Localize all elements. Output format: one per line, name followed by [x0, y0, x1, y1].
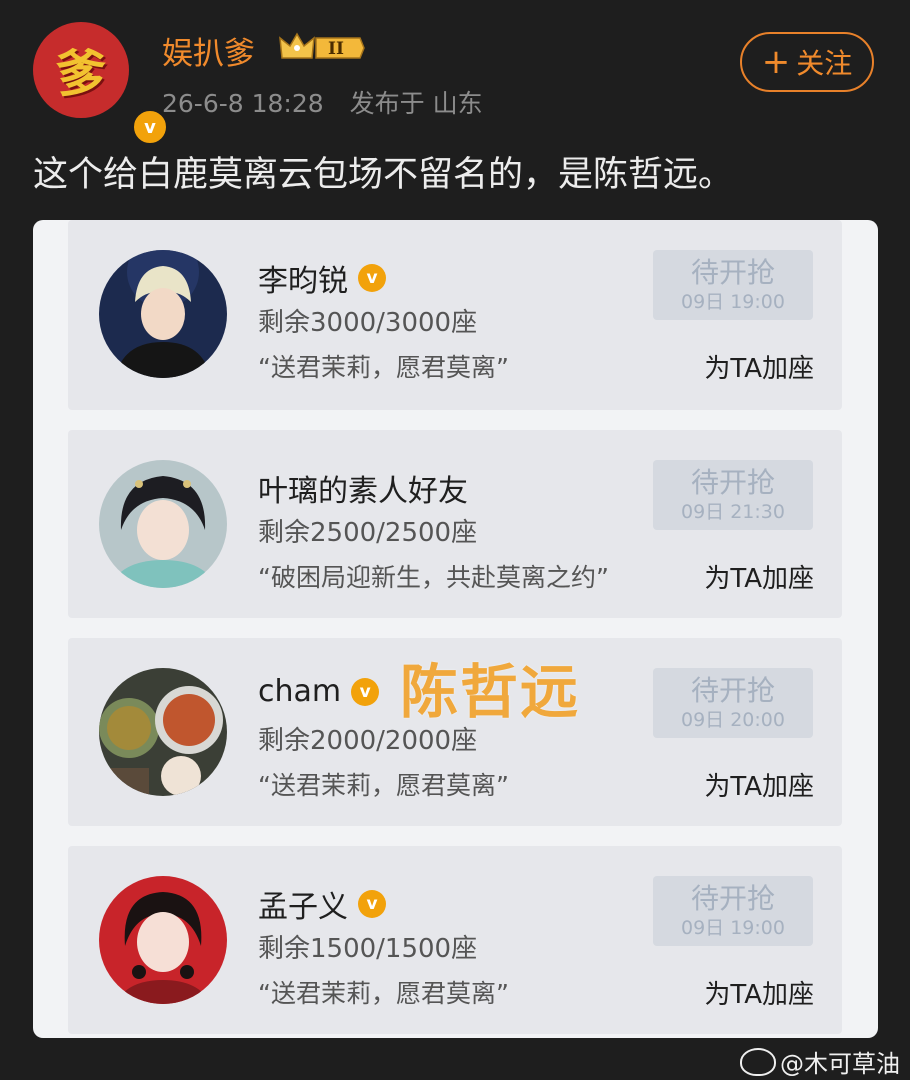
watermark: @木可草油: [740, 1044, 900, 1079]
author-name[interactable]: 娱扒爹: [162, 28, 255, 73]
add-seat-button[interactable]: 为TA加座: [704, 558, 814, 595]
post-meta: 26-6-8 18:28 发布于 山东: [162, 84, 501, 120]
seat-count: 剩余2500/2500座: [258, 518, 478, 548]
grab-time: 09日 21:30: [681, 501, 785, 523]
card-name: 李昀锐 v: [258, 256, 386, 300]
post-date: 26-6-8 18:28: [162, 89, 324, 118]
grab-time: 09日 19:00: [681, 291, 785, 313]
card-name: cham v: [258, 674, 380, 709]
avatar: [99, 460, 227, 588]
follow-label: 关注: [796, 47, 853, 80]
weibo-logo-icon: [740, 1047, 776, 1076]
card-name-text: 李昀锐: [258, 264, 348, 299]
list-item[interactable]: 孟子义 v 剩余1500/1500座 “送君茉莉，愿君莫离” 待开抢 09日 1…: [68, 846, 842, 1034]
card-name-text: 叶璃的素人好友: [258, 474, 468, 509]
card-quote: “送君茉莉，愿君莫离”: [258, 353, 509, 382]
add-seat-button[interactable]: 为TA加座: [704, 974, 814, 1011]
embedded-screenshot[interactable]: 李昀锐 v 剩余3000/3000座 “送君茉莉，愿君莫离” 待开抢 09日 1…: [33, 220, 878, 1038]
grab-status-button[interactable]: 待开抢 09日 20:00: [653, 668, 813, 738]
grab-status-button[interactable]: 待开抢 09日 19:00: [653, 876, 813, 946]
card-quote: “破困局迎新生，共赴莫离之约”: [258, 563, 609, 592]
list-item[interactable]: 叶璃的素人好友 剩余2500/2500座 “破困局迎新生，共赴莫离之约” 待开抢…: [68, 430, 842, 618]
list-item[interactable]: 李昀锐 v 剩余3000/3000座 “送君茉莉，愿君莫离” 待开抢 09日 1…: [68, 220, 842, 410]
grab-status-label: 待开抢: [690, 256, 775, 289]
grab-status-label: 待开抢: [690, 882, 775, 915]
avatar: [99, 668, 227, 796]
overlay-annotation: 陈哲远: [400, 658, 581, 726]
card-name-text: 孟子义: [258, 890, 348, 925]
plus-icon: +: [761, 42, 791, 82]
grab-status-button[interactable]: 待开抢 09日 19:00: [653, 250, 813, 320]
crown-level-icon: II: [279, 32, 365, 59]
avatar: [99, 876, 227, 1004]
add-seat-button[interactable]: 为TA加座: [704, 348, 814, 385]
card-quote: “送君茉莉，愿君莫离”: [258, 771, 509, 800]
watermark-text: @木可草油: [780, 1050, 900, 1078]
follow-button[interactable]: + 关注: [740, 32, 874, 92]
grab-time: 09日 19:00: [681, 917, 785, 939]
verified-icon: v: [351, 677, 380, 706]
level-badge-text: II: [328, 39, 344, 59]
verified-icon: v: [358, 264, 386, 292]
add-seat-button[interactable]: 为TA加座: [704, 766, 814, 803]
author-avatar-glyph: 爹: [56, 44, 106, 103]
grab-status-label: 待开抢: [690, 674, 775, 707]
grab-status-button[interactable]: 待开抢 09日 21:30: [653, 460, 813, 530]
grab-time: 09日 20:00: [681, 709, 785, 731]
author-avatar[interactable]: 爹 v: [33, 22, 169, 146]
verified-icon: v: [358, 890, 386, 918]
post-location: 发布于 山东: [349, 89, 483, 118]
card-quote: “送君茉莉，愿君莫离”: [258, 979, 509, 1008]
post-text: 这个给白鹿莫离云包场不留名的，是陈哲远。: [33, 155, 734, 195]
grab-status-label: 待开抢: [690, 466, 775, 499]
seat-count: 剩余3000/3000座: [258, 308, 478, 338]
seat-count: 剩余1500/1500座: [258, 934, 478, 964]
card-name-text: cham: [258, 674, 342, 709]
avatar: [99, 250, 227, 378]
card-name: 孟子义 v: [258, 882, 386, 926]
card-name: 叶璃的素人好友: [258, 466, 468, 510]
